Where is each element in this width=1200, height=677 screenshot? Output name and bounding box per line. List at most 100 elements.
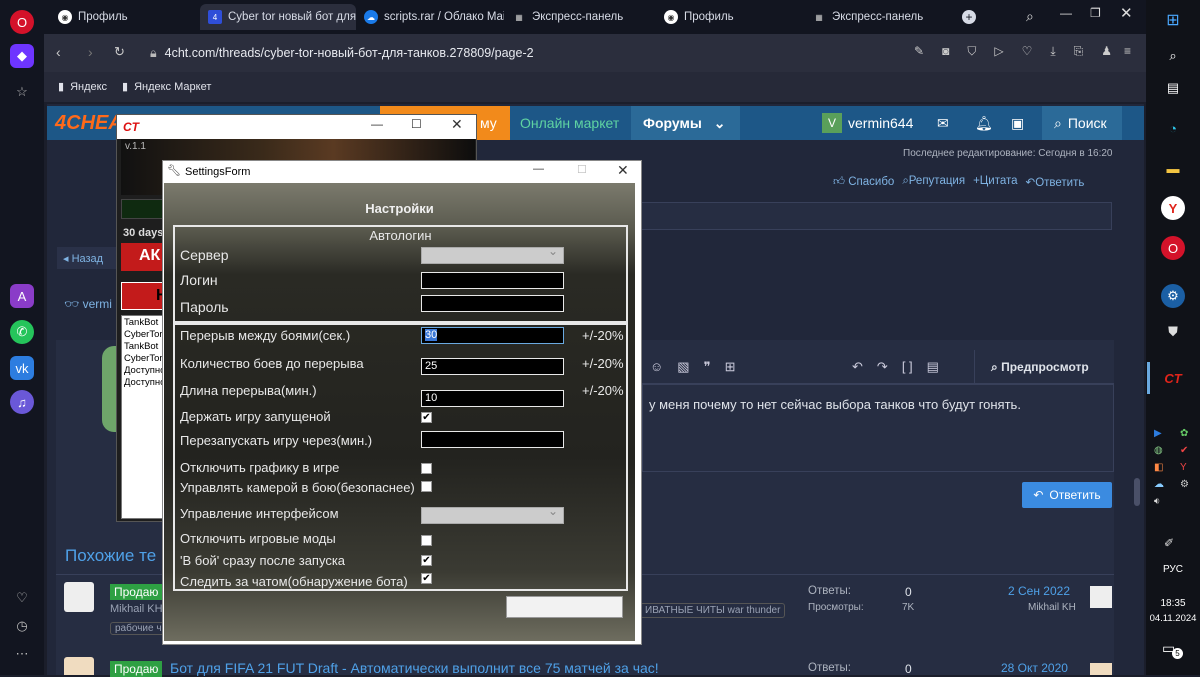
- tag[interactable]: рабочие ч: [110, 622, 167, 635]
- undo-icon[interactable]: ↶: [852, 359, 863, 375]
- last-author[interactable]: Mikhail KH: [1028, 602, 1076, 613]
- vk-icon[interactable]: vk: [10, 356, 34, 380]
- close-button[interactable]: ✕: [451, 116, 463, 133]
- task-view-icon[interactable]: ▤: [1161, 76, 1185, 100]
- user-glasses[interactable]: 👓︎ vermi: [64, 297, 112, 311]
- maximize-button[interactable]: ☐: [411, 117, 422, 131]
- minimize-button[interactable]: —: [1060, 6, 1072, 20]
- restart-field[interactable]: [421, 431, 564, 448]
- minimize-button[interactable]: —: [533, 163, 544, 175]
- maximize-button[interactable]: ❐: [1090, 6, 1101, 20]
- tray-yandex-icon[interactable]: Y: [1180, 462, 1198, 473]
- table-icon[interactable]: ⊞: [725, 359, 736, 375]
- tray-steam-icon[interactable]: ☁: [1154, 479, 1172, 490]
- thread-date[interactable]: 2 Сен 2022: [1008, 584, 1070, 598]
- prefix-badge[interactable]: Продаю: [110, 584, 163, 600]
- tray-arrow-icon[interactable]: ▶: [1154, 428, 1172, 439]
- save-draft-icon[interactable]: ▤: [927, 359, 939, 375]
- opera-icon[interactable]: O: [1161, 236, 1185, 260]
- tray-check-icon[interactable]: ✔: [1180, 445, 1198, 456]
- tab-express-panel-2[interactable]: ▦ Экспресс-панель: [804, 4, 954, 30]
- account-icon[interactable]: ♟: [1101, 44, 1112, 59]
- thanks-link[interactable]: 👍︎ Спасибо: [833, 175, 894, 189]
- thread-date[interactable]: 28 Окт 2020: [1001, 661, 1068, 675]
- reload-icon[interactable]: ↻: [114, 44, 125, 60]
- disable-mods-checkbox[interactable]: [421, 535, 432, 546]
- clock-time[interactable]: 18:35: [1146, 598, 1200, 609]
- tray-shield-icon[interactable]: ✿: [1180, 428, 1198, 439]
- quote-icon[interactable]: ❞: [704, 359, 711, 375]
- close-button[interactable]: ✕: [1120, 4, 1133, 22]
- shield-icon[interactable]: ⛉: [967, 44, 976, 59]
- explorer-icon[interactable]: ▬: [1161, 156, 1185, 180]
- chat-watch-checkbox[interactable]: ✔: [421, 573, 432, 584]
- bookmark-yandex-market[interactable]: ▮ Яндекс Маркет: [122, 80, 211, 94]
- tag[interactable]: ИВАТНЫЕ ЧИТЫ war thunder: [640, 603, 786, 618]
- reputation-link[interactable]: ⌕Репутация: [902, 175, 965, 189]
- close-button[interactable]: ✕: [617, 162, 629, 179]
- reply-link[interactable]: ↶Ответить: [1026, 175, 1085, 189]
- volume-icon[interactable]: 🔉︎: [1154, 496, 1172, 507]
- wot-icon[interactable]: ⛊: [1161, 320, 1185, 344]
- thread-author[interactable]: Mikhail KH: [110, 603, 163, 615]
- keep-running-checkbox[interactable]: ✔: [421, 412, 432, 423]
- user-menu[interactable]: Vvermin644: [822, 106, 913, 140]
- disable-graphics-checkbox[interactable]: [421, 463, 432, 474]
- minimize-button[interactable]: —: [371, 117, 383, 131]
- search-tabs-icon[interactable]: ⌕: [1026, 8, 1034, 25]
- last-avatar[interactable]: [1090, 586, 1112, 608]
- password-field[interactable]: [421, 295, 564, 312]
- menu-icon[interactable]: ≡: [1124, 44, 1131, 58]
- heart-icon[interactable]: ♡: [10, 586, 34, 610]
- new-tab-button[interactable]: +: [962, 10, 976, 24]
- interface-select[interactable]: [421, 504, 564, 524]
- scroll-thumb[interactable]: [1134, 478, 1140, 506]
- save-button[interactable]: [506, 596, 623, 618]
- opera-logo-icon[interactable]: O: [10, 10, 34, 34]
- download-icon[interactable]: ⤓: [1050, 44, 1055, 59]
- thread-avatar[interactable]: [64, 657, 94, 675]
- bookmark-yandex[interactable]: ▮ Яндекс: [58, 80, 107, 94]
- tab-profile[interactable]: ◉ Профиль: [50, 4, 196, 30]
- image-icon[interactable]: ▧: [677, 359, 689, 375]
- forward-icon[interactable]: ›: [88, 44, 93, 60]
- server-select[interactable]: [421, 244, 564, 264]
- search-button[interactable]: ⌕ Поиск: [1042, 106, 1122, 140]
- edit-icon[interactable]: ✎: [914, 44, 924, 59]
- start-button[interactable]: Н: [121, 282, 167, 310]
- history-icon[interactable]: ◷: [10, 614, 34, 638]
- reply-button[interactable]: ↶ Ответить: [1022, 482, 1112, 508]
- tray-network-icon[interactable]: ⚙: [1180, 479, 1198, 490]
- tray-globe-icon[interactable]: ◍: [1154, 445, 1172, 456]
- ct-app-icon[interactable]: CT: [1161, 366, 1185, 390]
- tab-express-panel[interactable]: ▦ Экспресс-панель: [504, 4, 654, 30]
- nav-market[interactable]: Онлайн маркет: [520, 106, 619, 140]
- music-icon[interactable]: ♫: [10, 390, 34, 414]
- last-avatar[interactable]: [1090, 663, 1112, 675]
- thread-avatar[interactable]: [64, 582, 94, 612]
- steam-icon[interactable]: ⚙: [1161, 284, 1185, 308]
- camera-checkbox[interactable]: [421, 481, 432, 492]
- tray-app-icon[interactable]: ◧: [1154, 462, 1172, 473]
- clock-date[interactable]: 04.11.2024: [1146, 613, 1200, 624]
- preview-button[interactable]: ⌕ Предпросмотр: [974, 350, 1114, 384]
- battle-after-start-checkbox[interactable]: ✔: [421, 555, 432, 566]
- log-list[interactable]: TankBot CyberTor TankBot CyberTor Доступ…: [121, 315, 167, 519]
- language-indicator[interactable]: РУС: [1146, 564, 1200, 575]
- aria-app-icon[interactable]: A: [10, 284, 34, 308]
- camera-icon[interactable]: ◙: [942, 44, 949, 59]
- heart-outline-icon[interactable]: ♡: [1022, 44, 1033, 59]
- whatsapp-icon[interactable]: ✆: [10, 320, 34, 344]
- login-field[interactable]: [421, 272, 564, 289]
- break-field[interactable]: 30: [421, 327, 564, 344]
- tab-cloud-mail[interactable]: ☁ scripts.rar / Облако Mail: [356, 4, 504, 30]
- back-button[interactable]: ◂ Назад: [57, 247, 117, 269]
- mail-icon[interactable]: ✉: [937, 106, 949, 140]
- notification-icon[interactable]: ▭ 5: [1162, 640, 1183, 660]
- quote-link[interactable]: +Цитата: [973, 175, 1017, 189]
- play-icon[interactable]: ▷: [994, 44, 1003, 59]
- wallet-icon[interactable]: ▣: [1011, 106, 1024, 140]
- edge-icon[interactable]: ◔: [1161, 116, 1185, 140]
- emoji-icon[interactable]: ☺: [650, 359, 663, 375]
- aria-icon[interactable]: ◆: [10, 44, 34, 68]
